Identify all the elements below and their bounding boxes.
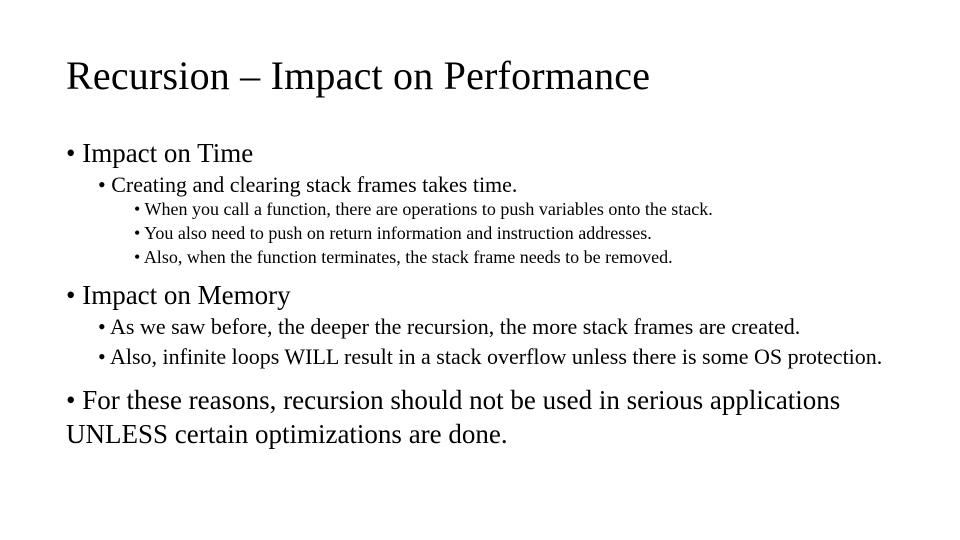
bullet-conclusion: For these reasons, recursion should not … [66,384,894,452]
bullet-text: For these reasons, recursion should not … [66,385,840,449]
bullet-stack-frames: Creating and clearing stack frames takes… [98,171,894,270]
slide-title: Recursion – Impact on Performance [66,52,894,99]
bullet-text: You also need to push on return informat… [144,223,652,243]
spacer [66,374,894,380]
sublist: Creating and clearing stack frames takes… [98,171,894,270]
bullet-remove-frame: Also, when the function terminates, the … [134,246,894,269]
bullet-push-vars: When you call a function, there are oper… [134,198,894,221]
bullet-text: When you call a function, there are oper… [144,199,712,219]
bullet-text: Impact on Time [82,138,253,168]
bullet-infinite-loops: Also, infinite loops WILL result in a st… [98,343,894,371]
spacer [66,273,894,275]
bullet-deeper-recursion: As we saw before, the deeper the recursi… [98,313,894,341]
bullet-list: Impact on Time Creating and clearing sta… [66,137,894,452]
sub-sublist: When you call a function, there are oper… [134,198,894,269]
bullet-text: Impact on Memory [82,280,290,310]
bullet-impact-time: Impact on Time Creating and clearing sta… [66,137,894,269]
sublist: As we saw before, the deeper the recursi… [98,313,894,370]
bullet-text: Also, when the function terminates, the … [144,247,673,267]
slide: Recursion – Impact on Performance Impact… [0,0,960,540]
bullet-impact-memory: Impact on Memory As we saw before, the d… [66,279,894,370]
bullet-text: As we saw before, the deeper the recursi… [110,314,800,339]
bullet-text: Also, infinite loops WILL result in a st… [110,344,882,369]
bullet-return-info: You also need to push on return informat… [134,222,894,245]
bullet-text: Creating and clearing stack frames takes… [111,172,517,197]
